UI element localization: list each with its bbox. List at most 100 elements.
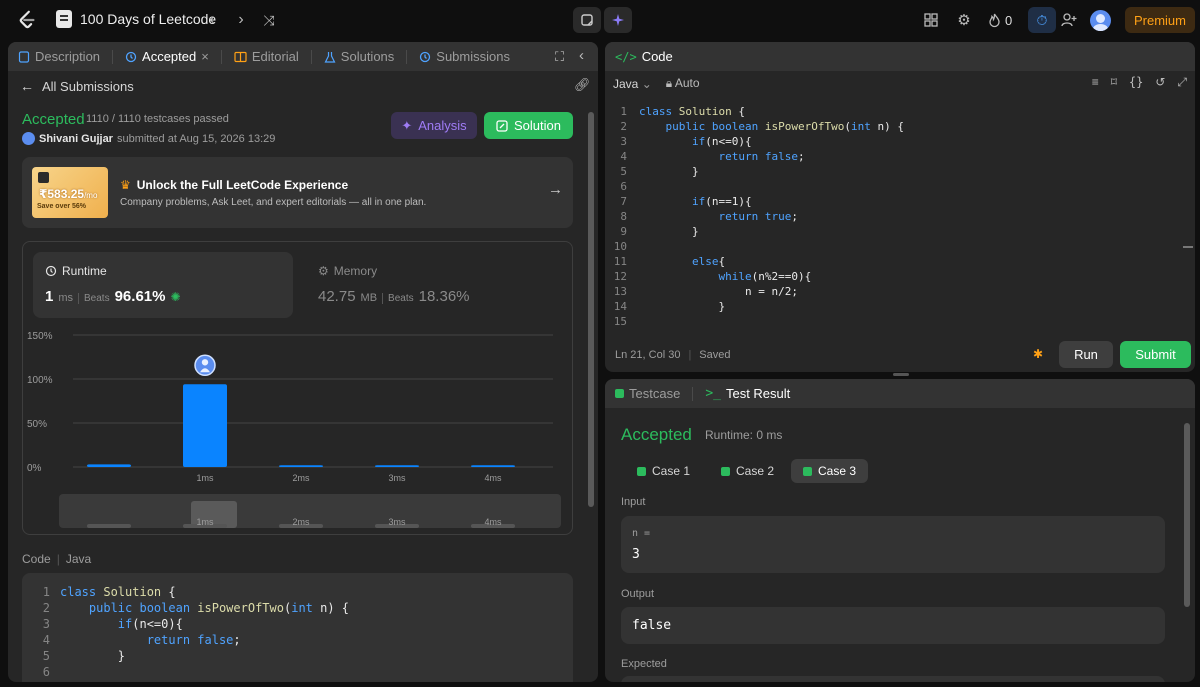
code-token: } (639, 165, 699, 178)
bookmark-icon[interactable]: ⌑ (1111, 75, 1117, 90)
memory-card[interactable]: ⚙ Memory 42.75 MB Beats 18.36% (306, 252, 566, 318)
lock-icon: 🔒︎ (665, 76, 673, 90)
left-tabbar: Description Accepted × Editorial Solutio… (8, 42, 598, 71)
line-number: 1 (42, 585, 50, 599)
case-2-tab[interactable]: Case 2 (709, 459, 786, 483)
tab-test-result[interactable]: >_ Test Result (705, 386, 790, 401)
code-line[interactable]: 6 (605, 179, 1195, 194)
panel-resize-handle[interactable] (893, 373, 909, 376)
all-submissions-link[interactable]: ← All Submissions (20, 78, 134, 94)
run-button[interactable]: Run (1059, 341, 1113, 368)
settings-button[interactable]: ⚙ (953, 9, 975, 31)
auto-mode-toggle[interactable]: 🔒︎ Auto (666, 76, 700, 91)
chart-bar[interactable] (183, 384, 227, 467)
code-line[interactable]: 2 public boolean isPowerOfTwo(int n) { (22, 600, 573, 616)
code-line[interactable]: 4 return false; (605, 149, 1195, 164)
left-scrollbar[interactable] (588, 112, 594, 507)
code-line[interactable]: 15 (605, 314, 1195, 329)
expected-box[interactable] (621, 676, 1165, 682)
tab-description[interactable]: Description (18, 49, 100, 64)
runtime-card[interactable]: Runtime 1 ms Beats 96.61% ✺ (33, 252, 293, 318)
code-editor[interactable]: 1 class Solution {2 public boolean isPowe… (605, 104, 1195, 344)
code-token: public boolean (665, 120, 765, 133)
expand-icon[interactable]: ⤢ (1177, 75, 1187, 90)
share-link-icon[interactable]: 🔗︎ (574, 77, 591, 93)
notes-button[interactable] (573, 7, 601, 33)
tab-accepted[interactable]: Accepted × (125, 49, 209, 64)
code-line[interactable]: 1 class Solution { (605, 104, 1195, 119)
tab-solutions[interactable]: Solutions (324, 49, 394, 64)
submit-button[interactable]: Submit (1120, 341, 1191, 368)
output-box[interactable]: false (621, 607, 1165, 644)
code-line[interactable]: 10 (605, 239, 1195, 254)
save-status: Saved (699, 349, 731, 361)
problem-list-button[interactable]: 100 Days of Leetcode (56, 10, 216, 28)
analysis-button[interactable]: ✦ Analysis (391, 112, 477, 139)
prev-problem-button[interactable]: ‹ (201, 9, 223, 31)
runtime-distribution-chart[interactable]: 0% 50% 100% 150% 1ms 2ms 3ms 4ms 1ms 2ms 3ms 4ms (23, 322, 572, 532)
line-number: 15 (613, 315, 627, 328)
chart-bar[interactable] (375, 465, 419, 467)
code-line[interactable]: 2 public boolean isPowerOfTwo(int n) { (605, 119, 1195, 134)
reset-icon[interactable]: ↺ (1155, 75, 1165, 90)
leetcode-logo-icon[interactable] (16, 9, 38, 31)
code-token: (n==1){ (705, 195, 752, 208)
chart-bar[interactable] (87, 464, 131, 467)
line-number: 8 (620, 210, 627, 223)
code-line[interactable]: 11 else{ (605, 254, 1195, 269)
runtime-value: 1 (45, 288, 54, 305)
code-line[interactable]: 13 n = n/2; (605, 284, 1195, 299)
line-number: 14 (613, 300, 627, 313)
braces-icon[interactable]: {} (1129, 75, 1143, 90)
code-line[interactable]: 12 while (n%2==0){ (605, 269, 1195, 284)
chart-bar[interactable] (279, 465, 323, 467)
tab-divider (692, 386, 694, 401)
maximize-icon[interactable]: ⛶ (555, 49, 564, 65)
tab-code[interactable]: </> Code (615, 49, 673, 64)
tab-submissions[interactable]: Submissions (419, 49, 510, 64)
code-line[interactable]: 5 } (605, 164, 1195, 179)
test-scrollbar[interactable] (1184, 423, 1190, 607)
format-icon[interactable]: ≡ (1092, 75, 1099, 90)
chart-bar[interactable] (471, 465, 515, 467)
user-avatar[interactable] (1090, 10, 1111, 31)
case-3-tab[interactable]: Case 3 (791, 459, 869, 483)
premium-promo-banner[interactable]: ₹583.25/mo Save over 56% ♛ Unlock the Fu… (22, 157, 573, 228)
language-select[interactable]: Java ⌄ (613, 77, 652, 91)
streak-button[interactable]: 0 (988, 9, 1028, 31)
random-problem-button[interactable]: ⤨ (258, 9, 280, 31)
code-line[interactable]: 1 class Solution { (22, 584, 573, 600)
invite-user-button[interactable] (1058, 9, 1080, 31)
testcases-passed: 1110 / 1110 testcases passed (86, 113, 229, 125)
line-number: 1 (620, 105, 627, 118)
tab-testcase[interactable]: Testcase (615, 386, 680, 401)
code-line[interactable]: 3 if (n<=0){ (605, 134, 1195, 149)
code-tabbar: </> Code (605, 42, 1195, 71)
ai-assist-button[interactable] (604, 7, 632, 33)
code-token: } (60, 649, 126, 663)
layout-button[interactable] (920, 9, 942, 31)
input-box[interactable]: n = 3 (621, 516, 1165, 573)
code-line[interactable]: 3 if (n<=0){ (22, 616, 573, 632)
code-line[interactable]: 6 (22, 664, 573, 680)
line-number: 4 (620, 150, 627, 163)
code-line[interactable]: 14 } (605, 299, 1195, 314)
close-tab-icon[interactable]: × (201, 49, 209, 64)
code-line[interactable]: 4 return false; (22, 632, 573, 648)
case-1-tab[interactable]: Case 1 (625, 459, 702, 483)
premium-button[interactable]: Premium (1125, 7, 1195, 33)
code-line[interactable]: 5 } (22, 648, 573, 664)
next-problem-button[interactable]: › (230, 9, 252, 31)
code-line[interactable]: 8 return true; (605, 209, 1195, 224)
submitter-name[interactable]: Shivani Gujjar (39, 133, 113, 145)
tab-editorial[interactable]: Editorial (234, 49, 299, 64)
code-line[interactable]: 7 if (n==1){ (605, 194, 1195, 209)
submitted-code-view[interactable]: 1 class Solution {2 public boolean isPowe… (22, 573, 573, 682)
debug-bug-icon[interactable]: ✱ (1033, 347, 1047, 361)
solution-button[interactable]: Solution (484, 112, 573, 139)
submitter-avatar[interactable] (22, 132, 35, 145)
collapse-icon[interactable]: ‹ (579, 47, 584, 64)
code-line[interactable]: 9 } (605, 224, 1195, 239)
timer-button[interactable]: ⏱ (1028, 7, 1056, 33)
